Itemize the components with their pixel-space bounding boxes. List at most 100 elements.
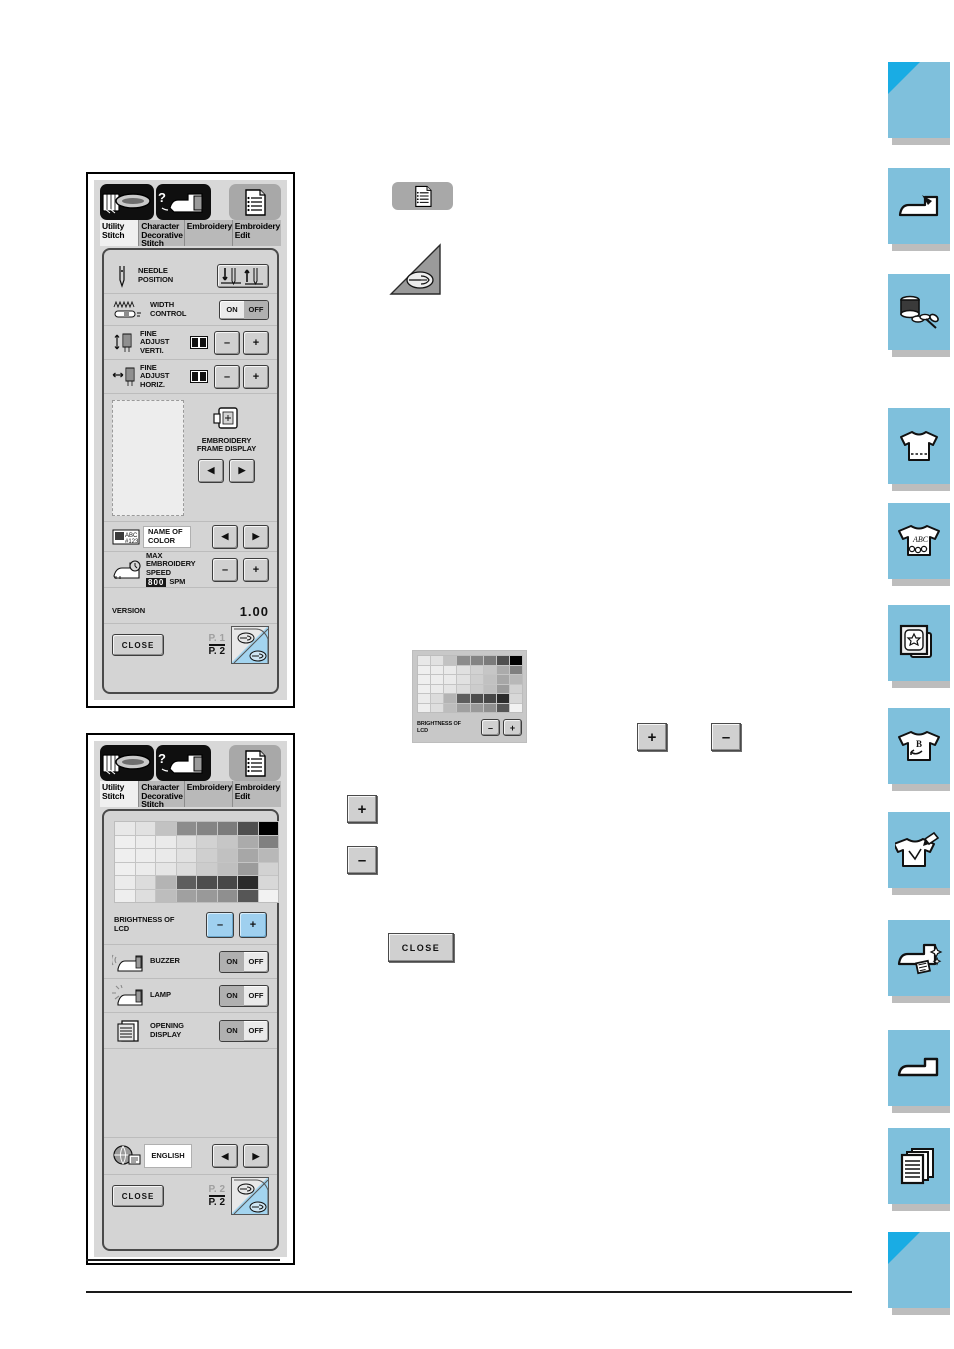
- settings-screen-page-1[interactable]: ? Utility Stitch Character Decorative St…: [86, 172, 295, 708]
- sidebar-tile[interactable]: [888, 920, 950, 996]
- sidebar-tile[interactable]: [888, 62, 950, 138]
- buzzer-on-off[interactable]: ON OFF: [219, 950, 269, 973]
- brightness-callout-minus[interactable]: –: [481, 719, 500, 736]
- brightness-callout-plus[interactable]: +: [503, 719, 522, 736]
- sidebar-tab-card[interactable]: [888, 605, 950, 688]
- footer-rule-long: [86, 1291, 852, 1293]
- sidebar-tab-back-cover[interactable]: [888, 1232, 950, 1315]
- lamp-off[interactable]: OFF: [244, 986, 268, 1006]
- close-button[interactable]: CLOSE: [112, 634, 164, 656]
- opening-display-off[interactable]: OFF: [244, 1021, 268, 1041]
- minus-callout-button[interactable]: –: [347, 846, 377, 874]
- opening-display-label: OPENING DISPLAY: [150, 1021, 184, 1039]
- brightness-minus-button[interactable]: –: [206, 911, 234, 938]
- row-language[interactable]: ENGLISH ◀ ▶: [104, 1137, 277, 1175]
- row-max-embroidery-speed[interactable]: MAX EMBROIDERY SPEED 800 SPM – +: [104, 551, 277, 588]
- sidebar-tile[interactable]: [888, 812, 950, 888]
- row-needle-position[interactable]: NEEDLE POSITION: [104, 258, 277, 294]
- buzzer-on[interactable]: ON: [220, 951, 244, 972]
- brightness-cell-3-4: [197, 862, 217, 875]
- brightness-cell-3-2: [444, 684, 457, 693]
- width-control-off[interactable]: OFF: [244, 300, 268, 319]
- name-of-color-prev-button[interactable]: ◀: [212, 524, 238, 549]
- sidebar-tab-garment-edit[interactable]: B: [888, 708, 950, 791]
- sidebar-tab-machine-plain[interactable]: [888, 1030, 950, 1113]
- page-turn-button[interactable]: [231, 626, 269, 664]
- width-control-on-off[interactable]: ON OFF: [219, 299, 269, 320]
- name-of-color-next-button[interactable]: ▶: [243, 524, 269, 549]
- brightness-cell-3-6: [238, 862, 258, 875]
- brightness-decrease-callout-button[interactable]: –: [711, 723, 741, 751]
- sidebar-tab-garment-pen[interactable]: [888, 812, 950, 895]
- settings-key-callout[interactable]: [392, 182, 453, 210]
- sidebar-tile[interactable]: [888, 605, 950, 681]
- tab-label-row: Utility Stitch Character Decorative Stit…: [100, 781, 281, 808]
- sidebar-tab-pages[interactable]: [888, 1128, 950, 1211]
- sidebar-tile[interactable]: [888, 1128, 950, 1204]
- sidebar-tile[interactable]: [888, 1030, 950, 1106]
- row-buzzer[interactable]: BUZZER ON OFF: [104, 945, 277, 979]
- sidebar-tab-machine[interactable]: [888, 168, 950, 251]
- tab-embroidery[interactable]: Embroidery: [184, 220, 233, 246]
- lamp-on-off[interactable]: ON OFF: [219, 984, 269, 1007]
- tab-character-decorative-stitch[interactable]: Character Decorative Stitch: [139, 781, 185, 808]
- sidebar-tile[interactable]: [888, 274, 950, 350]
- tab-icon-character-stitch[interactable]: ?: [156, 745, 211, 781]
- row-lamp[interactable]: LAMP ON OFF: [104, 979, 277, 1013]
- width-control-on[interactable]: ON: [220, 301, 244, 319]
- page-turn-button[interactable]: [231, 1177, 269, 1215]
- language-prev-button[interactable]: ◀: [212, 1144, 238, 1168]
- sidebar-tile[interactable]: [888, 408, 950, 484]
- embroidery-frame-next-button[interactable]: ▶: [229, 458, 255, 483]
- sidebar-tab-garment-abc[interactable]: ABC: [888, 503, 950, 586]
- settings-screen-page-2[interactable]: ? Utility Stitch Character Decorative St…: [86, 733, 295, 1265]
- row-embroidery-frame-display[interactable]: EMBROIDERY FRAME DISPLAY ◀ ▶: [104, 394, 277, 522]
- tab-utility-stitch[interactable]: Utility Stitch: [100, 781, 140, 807]
- tab-embroidery[interactable]: Embroidery: [184, 781, 233, 807]
- tab-utility-stitch[interactable]: Utility Stitch: [100, 220, 140, 246]
- needle-position-toggle[interactable]: [217, 263, 269, 288]
- tab-icon-character-stitch[interactable]: ?: [156, 184, 211, 220]
- sidebar-tile[interactable]: ABC: [888, 503, 950, 579]
- row-name-of-color[interactable]: ABC #123 NAME OF COLOR ◀ ▶: [104, 522, 277, 552]
- tab-icon-settings-document[interactable]: [228, 184, 281, 220]
- fine-adjust-vertical-minus[interactable]: –: [214, 330, 240, 355]
- hand-pointer-callout[interactable]: [388, 242, 443, 297]
- row-brightness-of-lcd[interactable]: BRIGHTNESS OF LCD – +: [104, 905, 277, 945]
- close-button[interactable]: CLOSE: [112, 1185, 164, 1207]
- sidebar-tab-cover[interactable]: [888, 62, 950, 145]
- row-width-control[interactable]: WIDTH CONTROL ON OFF: [104, 294, 277, 326]
- brightness-plus-button[interactable]: +: [239, 911, 267, 938]
- sidebar-tile[interactable]: [888, 1232, 950, 1308]
- language-next-button[interactable]: ▶: [243, 1144, 269, 1168]
- max-speed-plus[interactable]: +: [243, 557, 269, 582]
- tab-icon-utility-stitch[interactable]: [100, 184, 155, 220]
- fine-adjust-horizontal-plus[interactable]: +: [243, 364, 269, 389]
- sidebar-tab-thread[interactable]: [888, 274, 950, 357]
- tab-character-decorative-stitch[interactable]: Character Decorative Stitch: [139, 220, 185, 247]
- plus-callout-button[interactable]: +: [347, 795, 377, 823]
- opening-display-on[interactable]: ON: [220, 1020, 244, 1041]
- row-opening-display[interactable]: OPENING DISPLAY ON OFF: [104, 1013, 277, 1049]
- brightness-callout-widget[interactable]: BRIGHTNESS OF LCD – +: [412, 650, 527, 743]
- row-fine-adjust-horizontal[interactable]: FINE ADJUST HORIZ. – +: [104, 360, 277, 394]
- tab-icon-settings-document[interactable]: [228, 745, 281, 781]
- sidebar-tab-machine-sparkle[interactable]: [888, 920, 950, 1003]
- row-fine-adjust-vertical[interactable]: FINE ADJUST VERTI. – +: [104, 326, 277, 360]
- embroidery-frame-prev-button[interactable]: ◀: [198, 458, 224, 483]
- lamp-on[interactable]: ON: [220, 985, 244, 1006]
- max-speed-minus[interactable]: –: [212, 557, 238, 582]
- tab-embroidery-edit[interactable]: Embroidery Edit: [232, 781, 281, 807]
- sidebar-tile[interactable]: [888, 168, 950, 244]
- fine-adjust-vertical-plus[interactable]: +: [243, 330, 269, 355]
- sidebar-tab-garment-plain[interactable]: [888, 408, 950, 491]
- buzzer-off[interactable]: OFF: [244, 952, 268, 972]
- brightness-cell-3-3: [457, 684, 470, 693]
- sidebar-tile[interactable]: B: [888, 708, 950, 784]
- tab-icon-utility-stitch[interactable]: [100, 745, 155, 781]
- tab-embroidery-edit[interactable]: Embroidery Edit: [232, 220, 281, 246]
- close-callout-button[interactable]: CLOSE: [388, 933, 454, 962]
- opening-display-on-off[interactable]: ON OFF: [219, 1019, 269, 1042]
- brightness-increase-callout-button[interactable]: +: [637, 723, 667, 751]
- fine-adjust-horizontal-minus[interactable]: –: [214, 364, 240, 389]
